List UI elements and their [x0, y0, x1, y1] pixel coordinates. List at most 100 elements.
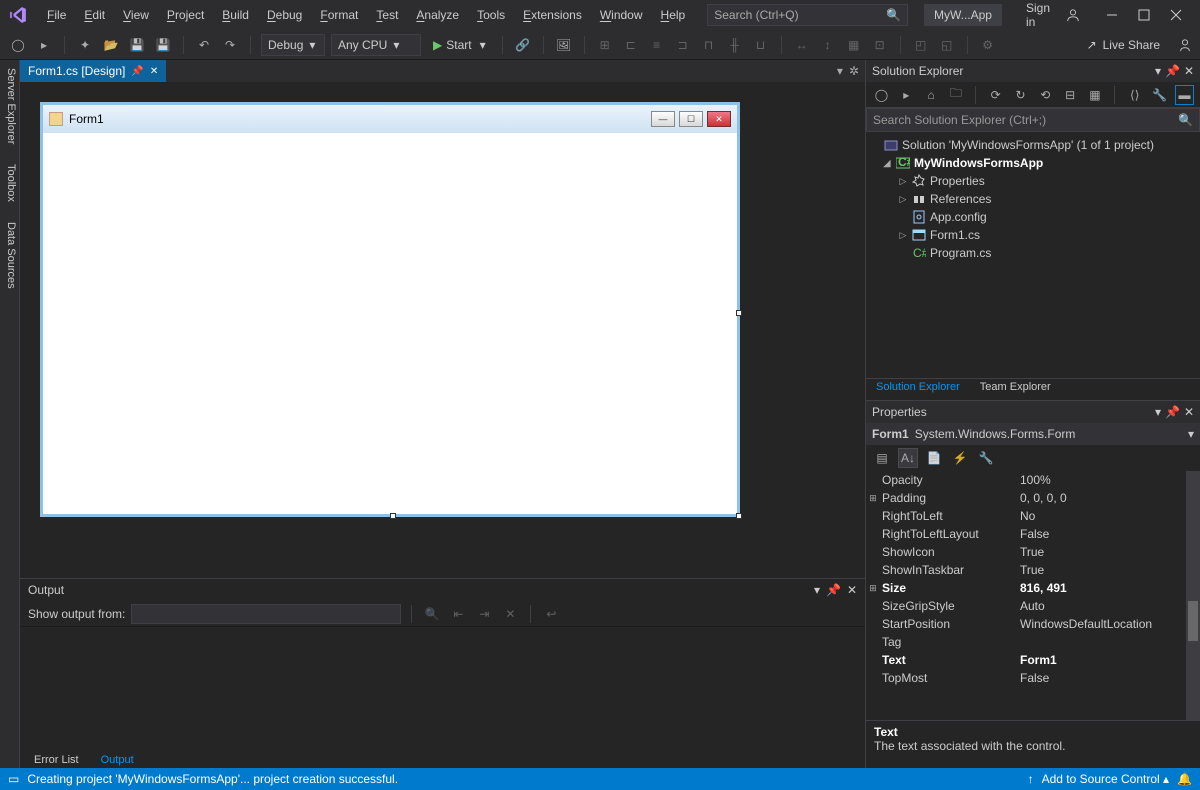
- solution-search[interactable]: Search Solution Explorer (Ctrl+;) 🔍: [866, 108, 1200, 132]
- tree-node[interactable]: ▷Properties: [870, 172, 1196, 190]
- scroll-thumb[interactable]: [1188, 601, 1198, 641]
- menu-analyze[interactable]: Analyze: [408, 4, 467, 26]
- tree-solution-root[interactable]: Solution 'MyWindowsFormsApp' (1 of 1 pro…: [870, 136, 1196, 154]
- document-tab-active[interactable]: Form1.cs [Design] 📌 ✕: [20, 60, 166, 82]
- sidetab-toolbox[interactable]: Toolbox: [0, 162, 19, 204]
- menu-debug[interactable]: Debug: [259, 4, 310, 26]
- panel-pin-icon[interactable]: 📌: [826, 583, 841, 597]
- pane-close-icon[interactable]: ✕: [1184, 405, 1194, 419]
- switch-view-icon[interactable]: 🗀: [946, 85, 965, 105]
- menu-format[interactable]: Format: [312, 4, 366, 26]
- feedback-icon[interactable]: [1178, 38, 1192, 52]
- image-icon[interactable]: 🖼: [554, 35, 574, 55]
- new-item-icon[interactable]: ✦: [75, 35, 95, 55]
- code-icon[interactable]: ⟨⟩: [1125, 85, 1144, 105]
- pin-icon[interactable]: 📌: [131, 66, 143, 77]
- sync-icon[interactable]: ↻: [1011, 85, 1030, 105]
- pane-close-icon[interactable]: ✕: [1184, 64, 1194, 78]
- prop-messages-icon[interactable]: 🔧: [976, 448, 996, 468]
- preview-icon[interactable]: ▬: [1175, 85, 1194, 105]
- sol-tab-solution-explorer[interactable]: Solution Explorer: [866, 379, 970, 400]
- signin-button[interactable]: Sign in: [1018, 0, 1088, 33]
- collapse-icon[interactable]: ⊟: [1061, 85, 1080, 105]
- nav-icon[interactable]: ▸: [897, 85, 916, 105]
- tree-project[interactable]: ◢ C# MyWindowsFormsApp: [870, 154, 1196, 172]
- properties-object[interactable]: Form1 System.Windows.Forms.Form ▾: [866, 423, 1200, 445]
- designer-surface[interactable]: Form1 — ☐ ✕: [20, 82, 865, 578]
- panel-close-icon[interactable]: ✕: [847, 583, 857, 597]
- resize-handle-bottom[interactable]: [390, 513, 396, 519]
- property-row[interactable]: ⊞Padding0, 0, 0, 0: [866, 489, 1186, 507]
- menu-help[interactable]: Help: [653, 4, 694, 26]
- properties-grid[interactable]: Opacity100%⊞Padding0, 0, 0, 0RightToLeft…: [866, 471, 1200, 720]
- property-row[interactable]: StartPositionWindowsDefaultLocation: [866, 615, 1186, 633]
- save-all-icon[interactable]: 💾: [153, 35, 173, 55]
- menu-project[interactable]: Project: [159, 4, 212, 26]
- config-combo[interactable]: Debug▾: [261, 34, 325, 56]
- tab-overflow-icon[interactable]: ▾: [837, 64, 843, 78]
- resize-handle-corner[interactable]: [736, 513, 742, 519]
- minimize-icon[interactable]: [1106, 9, 1120, 21]
- menu-extensions[interactable]: Extensions: [515, 4, 590, 26]
- alphabetical-icon[interactable]: A↓: [898, 448, 918, 468]
- save-icon[interactable]: 💾: [127, 35, 147, 55]
- menu-view[interactable]: View: [115, 4, 157, 26]
- properties-page-icon[interactable]: 📄: [924, 448, 944, 468]
- tree-node[interactable]: ▷Form1.cs: [870, 226, 1196, 244]
- property-row[interactable]: TextForm1: [866, 651, 1186, 669]
- sol-tab-team-explorer[interactable]: Team Explorer: [970, 379, 1061, 400]
- show-all-icon[interactable]: ▦: [1086, 85, 1105, 105]
- pending-icon[interactable]: ⟳: [986, 85, 1005, 105]
- events-icon[interactable]: ⚡: [950, 448, 970, 468]
- pane-pin-icon[interactable]: 📌: [1165, 405, 1180, 419]
- tree-node[interactable]: ▷References: [870, 190, 1196, 208]
- pane-pin-icon[interactable]: 📌: [1165, 64, 1180, 78]
- menu-build[interactable]: Build: [214, 4, 257, 26]
- pane-dropdown-icon[interactable]: ▾: [1155, 405, 1161, 419]
- sidetab-data-sources[interactable]: Data Sources: [0, 220, 19, 291]
- scrollbar[interactable]: [1186, 471, 1200, 720]
- source-control-button[interactable]: Add to Source Control ▴: [1042, 772, 1169, 786]
- resize-handle-right[interactable]: [736, 310, 742, 316]
- tree-node[interactable]: C#Program.cs: [870, 244, 1196, 262]
- categorized-icon[interactable]: ▤: [872, 448, 892, 468]
- notifications-icon[interactable]: 🔔: [1177, 772, 1192, 786]
- property-row[interactable]: SizeGripStyleAuto: [866, 597, 1186, 615]
- property-row[interactable]: ⊞Size816, 491: [866, 579, 1186, 597]
- sidetab-server-explorer[interactable]: Server Explorer: [0, 66, 19, 146]
- bottom-tab-error-list[interactable]: Error List: [24, 752, 89, 768]
- property-row[interactable]: TopMostFalse: [866, 669, 1186, 687]
- property-row[interactable]: RightToLeftLayoutFalse: [866, 525, 1186, 543]
- tab-settings-icon[interactable]: ✲: [849, 64, 859, 78]
- menu-window[interactable]: Window: [592, 4, 651, 26]
- redo-icon[interactable]: ↷: [220, 35, 240, 55]
- properties-icon[interactable]: 🔧: [1150, 85, 1169, 105]
- property-row[interactable]: Tag: [866, 633, 1186, 651]
- close-icon[interactable]: [1170, 9, 1184, 21]
- global-search[interactable]: Search (Ctrl+Q) 🔍: [707, 4, 908, 26]
- property-row[interactable]: ShowIconTrue: [866, 543, 1186, 561]
- liveshare-button[interactable]: Live Share: [1103, 38, 1160, 52]
- menu-file[interactable]: File: [39, 4, 74, 26]
- property-row[interactable]: Opacity100%: [866, 471, 1186, 489]
- panel-dropdown-icon[interactable]: ▾: [814, 583, 820, 597]
- pane-dropdown-icon[interactable]: ▾: [1155, 64, 1161, 78]
- solution-tree[interactable]: Solution 'MyWindowsFormsApp' (1 of 1 pro…: [866, 132, 1200, 378]
- maximize-icon[interactable]: [1138, 9, 1152, 21]
- nav-fwd-icon[interactable]: ▸: [34, 35, 54, 55]
- bottom-tab-output[interactable]: Output: [91, 752, 144, 768]
- home-icon[interactable]: ◯: [872, 85, 891, 105]
- home2-icon[interactable]: ⌂: [922, 85, 941, 105]
- start-button[interactable]: ▶ Start▾: [427, 38, 492, 52]
- tree-node[interactable]: App.config: [870, 208, 1196, 226]
- menu-test[interactable]: Test: [368, 4, 406, 26]
- property-row[interactable]: RightToLeftNo: [866, 507, 1186, 525]
- property-row[interactable]: ShowInTaskbarTrue: [866, 561, 1186, 579]
- menu-tools[interactable]: Tools: [469, 4, 513, 26]
- refresh-icon[interactable]: ⟲: [1036, 85, 1055, 105]
- platform-combo[interactable]: Any CPU▾: [331, 34, 421, 56]
- undo-icon[interactable]: ↶: [194, 35, 214, 55]
- close-tab-icon[interactable]: ✕: [150, 66, 158, 77]
- menu-edit[interactable]: Edit: [76, 4, 113, 26]
- attach-icon[interactable]: 🔗: [513, 35, 533, 55]
